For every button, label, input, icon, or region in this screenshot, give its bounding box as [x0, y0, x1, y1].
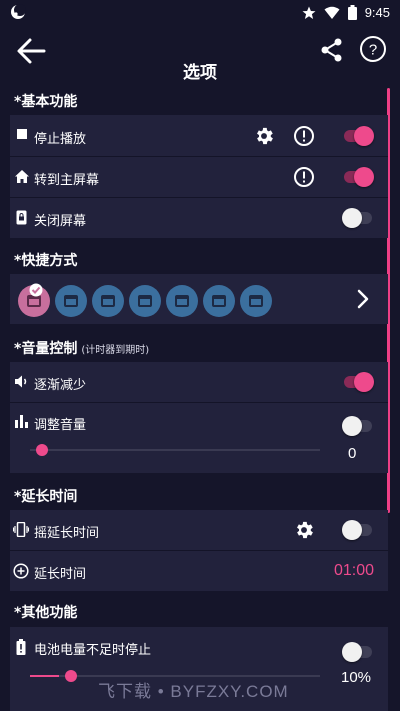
section-title-shortcuts: *快捷方式: [14, 253, 78, 269]
shortcut-tile[interactable]: [129, 285, 161, 317]
app-logo-icon: [11, 4, 26, 19]
section-title-extend: *延长时间: [14, 489, 78, 505]
row-label-battery: 电池电量不足时停止: [34, 643, 152, 658]
info-icon[interactable]: [293, 125, 315, 147]
toggle-shake-extend[interactable]: [342, 520, 374, 540]
toggle-stop-playback[interactable]: [342, 126, 374, 146]
row-label-stop: 停止播放: [34, 132, 87, 147]
toggle-battery-stop[interactable]: [342, 642, 374, 662]
star-icon: [302, 6, 316, 19]
row-go-home[interactable]: 转到主屏幕: [10, 157, 388, 197]
equalizer-icon: [15, 415, 28, 428]
toggle-screen-off[interactable]: [342, 208, 374, 228]
add-circle-icon: [13, 563, 29, 579]
status-bar: 9:45: [0, 0, 400, 26]
vibrate-icon: [13, 522, 29, 537]
shortcut-tile[interactable]: [18, 283, 50, 317]
gear-icon[interactable]: [253, 125, 275, 147]
app-bar: 选项 ?: [0, 26, 400, 84]
row-stop-playback[interactable]: 停止播放: [10, 115, 388, 156]
shortcut-tile[interactable]: [203, 285, 235, 317]
shortcut-tile[interactable]: [240, 285, 272, 317]
row-fade-out[interactable]: 逐渐减少: [10, 362, 388, 402]
toggle-go-home[interactable]: [342, 167, 374, 187]
help-icon[interactable]: ?: [358, 34, 388, 64]
share-icon[interactable]: [318, 36, 346, 64]
shortcut-tile[interactable]: [55, 285, 87, 317]
section-title-volume-text: *音量控制: [14, 341, 78, 357]
checkmark-icon: [29, 283, 43, 297]
extend-time-value[interactable]: 01:00: [334, 562, 374, 580]
toggle-adjust-volume[interactable]: [342, 416, 374, 436]
row-screen-off[interactable]: 关闭屏幕: [10, 198, 388, 238]
battery-icon: [347, 5, 357, 20]
row-label-home: 转到主屏幕: [34, 173, 100, 188]
row-adjust-volume[interactable]: 调整音量 0: [10, 403, 388, 473]
toggle-fade-out[interactable]: [342, 372, 374, 392]
section-title-other: *其他功能: [14, 605, 78, 621]
info-icon[interactable]: [293, 166, 315, 188]
section-title-basic: *基本功能: [14, 94, 78, 110]
watermark: 飞下载 • BYFZXY.COM: [98, 682, 289, 701]
speaker-icon: [15, 375, 27, 388]
volume-value: 0: [348, 445, 357, 462]
wifi-icon: [324, 6, 340, 19]
battery-alert-icon: [16, 639, 26, 655]
gear-icon[interactable]: [293, 519, 315, 541]
home-icon: [15, 170, 29, 183]
volume-slider[interactable]: [30, 444, 320, 456]
status-time: 9:45: [364, 5, 390, 20]
phone-lock-icon: [16, 210, 27, 225]
svg-text:?: ?: [369, 42, 377, 59]
shortcut-tile[interactable]: [166, 285, 198, 317]
chevron-right-icon[interactable]: [354, 288, 372, 310]
row-label-screen-off: 关闭屏幕: [34, 214, 87, 229]
shortcut-tile[interactable]: [92, 285, 124, 317]
section-subtitle-volume: (计时器到期时): [81, 345, 150, 356]
row-label-fade: 逐渐减少: [34, 378, 87, 393]
row-label-shake: 摇延长时间: [34, 526, 100, 541]
row-shake-extend[interactable]: 摇延长时间: [10, 510, 388, 550]
row-label-adjust-volume: 调整音量: [34, 418, 87, 433]
row-label-extend-time: 延长时间: [34, 567, 87, 582]
row-extend-time[interactable]: 延长时间 01:00: [10, 551, 388, 591]
battery-value: 10%: [341, 669, 372, 686]
section-title-volume: *音量控制 (计时器到期时): [14, 338, 149, 358]
stop-icon: [17, 129, 27, 139]
